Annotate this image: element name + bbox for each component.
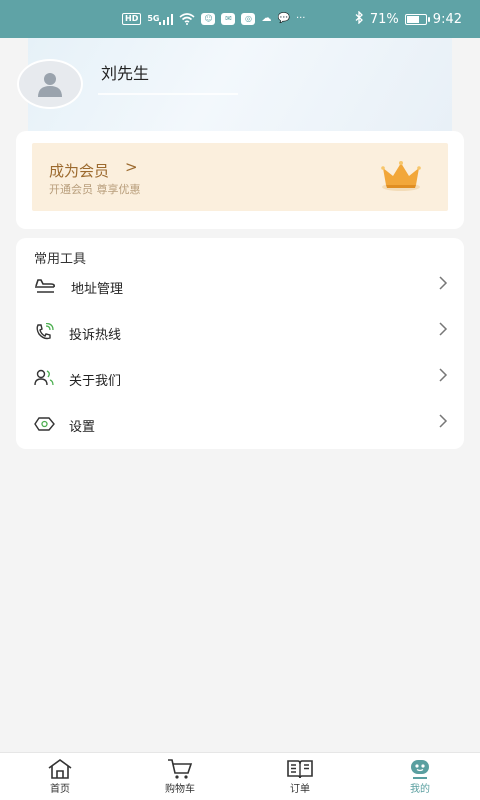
chat-notification-icon: 💬 — [277, 13, 290, 24]
status-right: 71% 9:42 — [355, 9, 462, 28]
bottom-tab-bar: 首页 购物车 订单 我的 — [0, 752, 480, 800]
network-type: 5G — [147, 14, 160, 23]
message-notification-icon: ✉ — [221, 13, 236, 25]
menu-item-label: 投诉热线 — [69, 328, 122, 343]
default-user-icon — [38, 73, 62, 97]
become-member-banner[interactable]: 成为会员 > 开通会员 尊享优惠 — [32, 143, 448, 211]
member-card: 成为会员 > 开通会员 尊享优惠 — [16, 131, 464, 229]
chevron-right-icon — [439, 322, 448, 336]
chevron-right-icon — [439, 276, 448, 290]
menu-item-about-us[interactable]: 关于我们 — [16, 355, 464, 401]
tab-cart[interactable]: 购物车 — [120, 753, 240, 800]
member-arrow: > — [125, 158, 138, 176]
clock: 9:42 — [432, 11, 462, 27]
book-icon — [286, 758, 314, 780]
menu-item-label: 地址管理 — [71, 282, 124, 297]
status-bar: HD 5G ☺ ✉ ◎ ☁ 💬 ··· 71% 9:42 — [0, 0, 480, 38]
menu-item-settings[interactable]: 设置 — [16, 401, 464, 447]
home-icon — [47, 758, 73, 780]
tab-label: 我的 — [410, 784, 430, 795]
tab-mine[interactable]: 我的 — [360, 753, 480, 800]
more-notifications-icon: ··· — [295, 13, 306, 24]
profile-face-icon — [408, 758, 432, 780]
battery-percent: 71% — [369, 11, 399, 27]
member-title: 成为会员 — [49, 162, 110, 180]
bluetooth-icon — [355, 9, 364, 28]
battery-fill — [406, 15, 419, 23]
menu-item-label: 关于我们 — [69, 374, 122, 389]
profile-header-background — [28, 38, 452, 132]
tab-label: 订单 — [290, 784, 310, 795]
settings-icon — [34, 417, 55, 431]
app-badge-icon: ◎ — [241, 13, 256, 25]
avatar[interactable] — [17, 59, 83, 109]
signal-icon: 5G — [147, 13, 174, 25]
phone-icon — [36, 323, 54, 340]
battery-icon — [404, 13, 430, 25]
menu-item-address[interactable]: 地址管理 — [16, 263, 464, 309]
tab-home[interactable]: 首页 — [0, 753, 120, 800]
users-icon — [34, 369, 54, 386]
status-icons: HD 5G ☺ ✉ ◎ ☁ 💬 ··· — [122, 13, 305, 25]
tab-orders[interactable]: 订单 — [240, 753, 360, 800]
tab-label: 首页 — [50, 784, 70, 795]
chevron-right-icon — [439, 368, 448, 382]
chevron-right-icon — [439, 414, 448, 428]
crown-icon — [381, 161, 421, 191]
tab-label: 购物车 — [165, 784, 195, 795]
app-notification-icon: ☺ — [201, 13, 216, 25]
username[interactable]: 刘先生 — [101, 60, 149, 84]
airplane-icon — [35, 279, 55, 293]
common-tools-card: 常用工具 地址管理 投诉热线 关于我们 设置 — [16, 238, 464, 449]
cloud-notification-icon: ☁ — [261, 13, 272, 24]
wifi-icon — [179, 13, 196, 25]
menu-item-label: 设置 — [69, 420, 96, 435]
hd-icon: HD — [122, 13, 142, 25]
member-subtitle: 开通会员 尊享优惠 — [49, 183, 141, 196]
cart-icon — [167, 758, 193, 780]
menu-item-complaint-hotline[interactable]: 投诉热线 — [16, 309, 464, 355]
